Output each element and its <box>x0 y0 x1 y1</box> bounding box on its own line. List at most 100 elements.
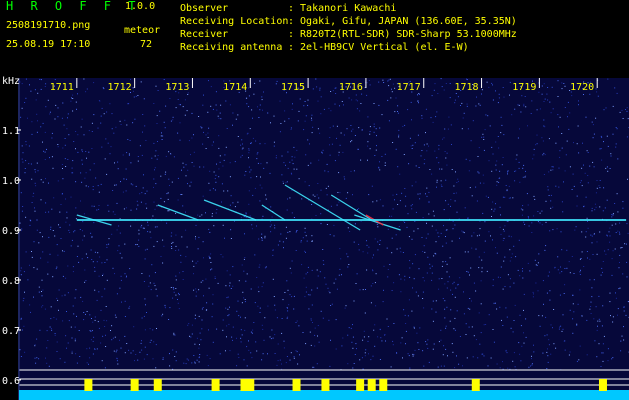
noise-speckle <box>459 336 461 337</box>
noise-speckle <box>139 145 141 147</box>
noise-speckle <box>445 325 447 327</box>
noise-speckle <box>471 300 472 302</box>
noise-speckle <box>28 145 30 147</box>
noise-speckle <box>615 127 617 128</box>
noise-speckle <box>577 125 579 127</box>
noise-speckle <box>287 316 289 318</box>
noise-speckle <box>622 201 624 203</box>
noise-speckle <box>561 88 563 90</box>
noise-speckle <box>61 295 63 297</box>
noise-speckle <box>610 153 612 155</box>
noise-speckle <box>578 152 580 154</box>
noise-speckle <box>566 249 568 251</box>
noise-speckle <box>130 183 132 185</box>
noise-speckle <box>199 332 201 334</box>
noise-speckle <box>611 274 613 276</box>
noise-speckle <box>164 127 166 129</box>
noise-speckle <box>279 240 281 242</box>
noise-speckle <box>442 261 444 263</box>
noise-speckle <box>562 314 564 316</box>
noise-speckle <box>311 117 312 119</box>
noise-speckle <box>476 235 478 237</box>
noise-speckle <box>604 250 606 252</box>
noise-speckle <box>597 320 599 322</box>
noise-speckle <box>67 265 69 267</box>
noise-speckle <box>502 288 504 290</box>
noise-speckle <box>311 204 313 205</box>
noise-speckle <box>114 314 116 316</box>
noise-speckle <box>443 365 445 367</box>
noise-speckle <box>455 287 457 289</box>
noise-speckle <box>531 100 533 102</box>
noise-speckle <box>47 340 49 341</box>
noise-speckle <box>182 205 184 207</box>
noise-speckle <box>444 128 446 130</box>
noise-speckle <box>547 361 549 363</box>
noise-speckle <box>106 279 108 281</box>
noise-speckle <box>357 100 358 102</box>
noise-speckle <box>517 269 519 271</box>
noise-speckle <box>375 273 377 275</box>
noise-speckle <box>52 167 54 169</box>
noise-speckle <box>621 335 623 337</box>
noise-speckle <box>307 139 309 141</box>
noise-speckle <box>42 251 44 253</box>
noise-speckle <box>450 309 452 311</box>
noise-speckle <box>580 269 581 271</box>
noise-speckle <box>54 333 56 334</box>
noise-speckle <box>129 305 131 307</box>
noise-speckle <box>492 239 493 241</box>
noise-speckle <box>581 251 583 253</box>
noise-speckle <box>404 279 406 281</box>
noise-speckle <box>445 261 447 263</box>
noise-speckle <box>126 343 128 344</box>
noise-speckle <box>441 185 443 187</box>
noise-speckle <box>75 181 77 183</box>
noise-speckle <box>242 143 243 145</box>
noise-speckle <box>140 342 142 344</box>
noise-speckle <box>299 98 301 100</box>
noise-speckle <box>537 290 539 292</box>
noise-speckle <box>21 145 23 147</box>
noise-speckle <box>150 339 152 341</box>
noise-speckle <box>153 245 155 247</box>
noise-speckle <box>496 363 498 365</box>
noise-speckle <box>581 315 583 317</box>
noise-speckle <box>393 282 395 284</box>
noise-speckle <box>19 222 21 224</box>
noise-speckle <box>566 140 568 142</box>
noise-speckle <box>523 105 525 107</box>
noise-speckle <box>617 308 619 310</box>
noise-speckle <box>606 166 608 168</box>
noise-speckle <box>422 291 424 293</box>
noise-speckle <box>23 325 25 327</box>
noise-speckle <box>587 182 589 184</box>
noise-speckle <box>484 240 486 242</box>
noise-speckle <box>149 341 151 343</box>
noise-speckle <box>138 233 140 235</box>
noise-speckle <box>196 359 198 361</box>
noise-speckle <box>559 116 561 118</box>
noise-speckle <box>100 309 102 311</box>
noise-speckle <box>399 200 401 202</box>
noise-speckle <box>362 368 364 370</box>
noise-speckle <box>502 361 503 363</box>
noise-speckle <box>339 248 341 250</box>
noise-speckle <box>605 167 607 169</box>
noise-speckle <box>514 366 516 368</box>
noise-speckle <box>289 231 291 233</box>
noise-speckle <box>335 93 337 94</box>
noise-speckle <box>347 227 349 229</box>
noise-speckle <box>478 172 480 174</box>
noise-speckle <box>383 289 384 291</box>
noise-speckle <box>244 317 246 319</box>
noise-speckle <box>242 291 244 293</box>
noise-speckle <box>175 275 177 277</box>
noise-speckle <box>485 195 487 197</box>
noise-speckle <box>267 112 269 114</box>
noise-speckle <box>78 261 80 263</box>
signal-peak-bar <box>471 379 480 391</box>
noise-speckle <box>503 230 505 232</box>
noise-speckle <box>352 128 354 130</box>
noise-speckle <box>127 103 129 105</box>
